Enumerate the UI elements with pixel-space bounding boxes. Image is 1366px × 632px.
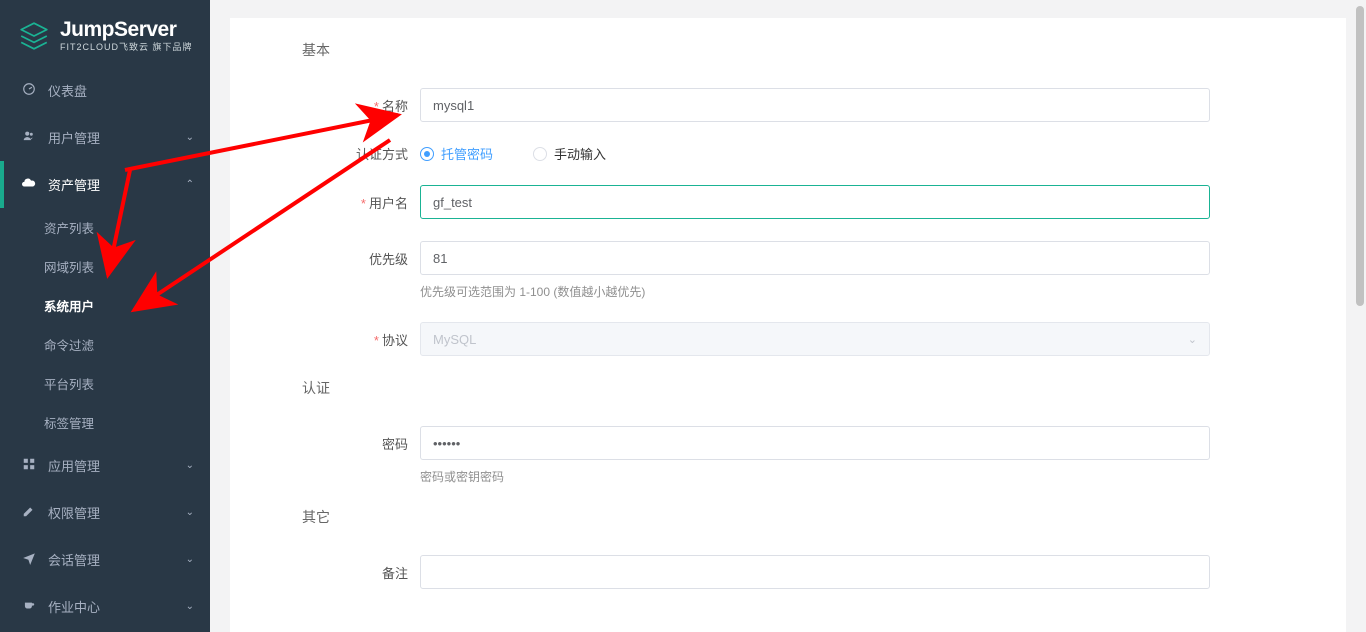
sidebar-item-users[interactable]: 用户管理 ⌄	[0, 114, 210, 161]
row-username: *用户名	[270, 185, 1306, 219]
sidebar-sub-platform-list[interactable]: 平台列表	[0, 364, 210, 403]
row-priority: 优先级 优先级可选范围为 1-100 (数值越小越优先)	[270, 241, 1306, 300]
label-password: 密码	[270, 426, 420, 453]
chevron-down-icon: ⌄	[186, 554, 194, 565]
protocol-select[interactable]: MySQL ⌄	[420, 322, 1210, 356]
brand-logo-icon	[18, 20, 50, 52]
sidebar-label: 会话管理	[48, 550, 100, 569]
sidebar-item-apps[interactable]: 应用管理 ⌄	[0, 442, 210, 489]
row-password: 密码 密码或密钥密码	[270, 426, 1306, 485]
row-auth-method: 认证方式 托管密码 手动输入	[270, 144, 1306, 163]
dashboard-icon	[22, 82, 38, 99]
protocol-value: MySQL	[433, 332, 476, 347]
sidebar: JumpServer FIT2CLOUD飞致云 旗下品牌 仪表盘 用户管理 ⌄	[0, 0, 210, 632]
label-protocol: *协议	[270, 330, 420, 349]
users-icon	[22, 129, 38, 146]
sidebar-label: 权限管理	[48, 503, 100, 522]
section-auth-title: 认证	[302, 378, 1306, 398]
label-username: *用户名	[270, 193, 420, 212]
brand-title: JumpServer	[60, 18, 193, 42]
password-input[interactable]	[420, 426, 1210, 460]
password-hint: 密码或密钥密码	[420, 468, 1210, 485]
sidebar-label: 作业中心	[48, 597, 100, 616]
auth-method-radio-group: 托管密码 手动输入	[420, 144, 1210, 163]
sidebar-item-dashboard[interactable]: 仪表盘	[0, 67, 210, 114]
sidebar-sub-asset-list[interactable]: 资产列表	[0, 208, 210, 247]
sidebar-item-sessions[interactable]: 会话管理 ⌄	[0, 536, 210, 583]
priority-input[interactable]	[420, 241, 1210, 275]
priority-hint: 优先级可选范围为 1-100 (数值越小越优先)	[420, 283, 1210, 300]
section-other-title: 其它	[302, 507, 1306, 527]
sidebar-nav: 仪表盘 用户管理 ⌄ 资产管理 ⌃ 资产列表 网域列表 系统用户 命令过	[0, 67, 210, 630]
sidebar-label: 仪表盘	[48, 81, 87, 100]
section-basic-title: 基本	[302, 40, 1306, 60]
sidebar-subnav-assets: 资产列表 网域列表 系统用户 命令过滤 平台列表 标签管理	[0, 208, 210, 442]
chevron-down-icon: ⌄	[186, 507, 194, 518]
label-remark: 备注	[270, 563, 420, 582]
chevron-down-icon: ⌄	[186, 460, 194, 471]
sidebar-item-perms[interactable]: 权限管理 ⌄	[0, 489, 210, 536]
radio-hosted-password[interactable]: 托管密码	[420, 144, 493, 163]
name-input[interactable]	[420, 88, 1210, 122]
radio-manual-input[interactable]: 手动输入	[533, 144, 606, 163]
username-input[interactable]	[420, 185, 1210, 219]
sidebar-label: 用户管理	[48, 128, 100, 147]
brand-subtitle: FIT2CLOUD飞致云 旗下品牌	[60, 40, 193, 53]
label-auth-method: 认证方式	[270, 144, 420, 163]
radio-icon	[420, 147, 434, 161]
plane-icon	[22, 551, 38, 568]
chevron-down-icon: ⌄	[186, 132, 194, 143]
edit-icon	[22, 504, 38, 521]
chevron-down-icon: ⌄	[1188, 333, 1197, 346]
row-remark: 备注	[270, 555, 1306, 589]
form-panel: 基本 *名称 认证方式 托管密码	[230, 18, 1346, 632]
cup-icon	[22, 598, 38, 615]
assets-icon	[22, 176, 38, 193]
label-priority: 优先级	[270, 241, 420, 268]
scrollbar[interactable]	[1356, 6, 1364, 626]
brand-block[interactable]: JumpServer FIT2CLOUD飞致云 旗下品牌	[0, 0, 210, 67]
sidebar-sub-cmd-filter[interactable]: 命令过滤	[0, 325, 210, 364]
scrollbar-thumb[interactable]	[1356, 6, 1364, 306]
remark-input[interactable]	[420, 555, 1210, 589]
sidebar-item-assets[interactable]: 资产管理 ⌃	[0, 161, 210, 208]
sidebar-sub-domain-list[interactable]: 网域列表	[0, 247, 210, 286]
main-content: 基本 *名称 认证方式 托管密码	[210, 0, 1366, 632]
row-name: *名称	[270, 88, 1306, 122]
sidebar-item-jobs[interactable]: 作业中心 ⌄	[0, 583, 210, 630]
grid-icon	[22, 457, 38, 474]
sidebar-sub-system-users[interactable]: 系统用户	[0, 286, 210, 325]
label-name: *名称	[270, 96, 420, 115]
chevron-down-icon: ⌄	[186, 601, 194, 612]
row-protocol: *协议 MySQL ⌄	[270, 322, 1306, 356]
sidebar-sub-tag-mgmt[interactable]: 标签管理	[0, 403, 210, 442]
sidebar-label: 应用管理	[48, 456, 100, 475]
chevron-up-icon: ⌃	[186, 179, 194, 190]
radio-icon	[533, 147, 547, 161]
sidebar-label: 资产管理	[48, 175, 100, 194]
